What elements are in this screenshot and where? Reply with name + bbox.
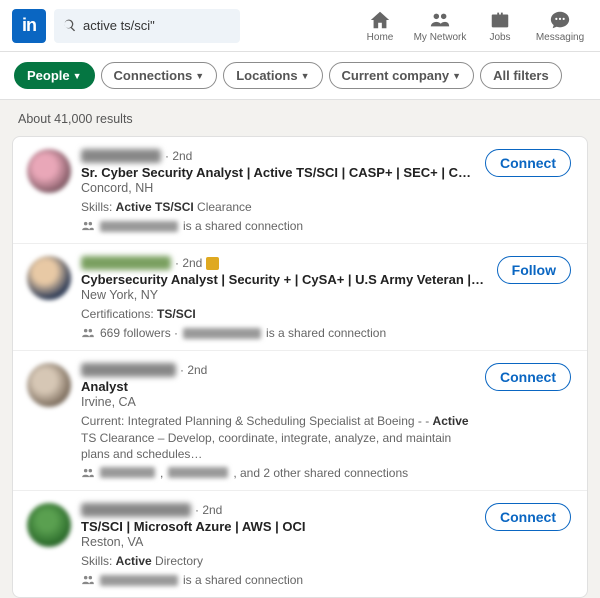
nav-network[interactable]: My Network <box>412 9 468 43</box>
pill-label: Connections <box>114 68 193 83</box>
nav-home[interactable]: Home <box>352 9 408 43</box>
result-row: · 2nd TS/SCI | Microsoft Azure | AWS | O… <box>13 490 587 597</box>
meta-line: Certifications: TS/SCI <box>81 306 487 322</box>
pill-label: All filters <box>493 68 549 83</box>
mutual-icon <box>81 466 95 480</box>
location: Irvine, CA <box>81 395 475 409</box>
chevron-down-icon: ▼ <box>452 71 461 81</box>
search-input[interactable]: active ts/sci" <box>54 9 240 43</box>
headline[interactable]: Cybersecurity Analyst | Security + | CyS… <box>81 272 487 287</box>
filter-connections[interactable]: Connections▼ <box>101 62 218 89</box>
filter-locations[interactable]: Locations ▼ <box>223 62 322 89</box>
mutual-line: is a shared connection <box>81 219 475 233</box>
headline[interactable]: Analyst <box>81 379 475 394</box>
messaging-icon <box>549 9 571 31</box>
avatar[interactable] <box>27 503 71 547</box>
degree-badge: · 2nd <box>175 256 202 270</box>
location: New York, NY <box>81 288 487 302</box>
degree-badge: · 2nd <box>165 149 192 163</box>
location: Concord, NH <box>81 181 475 195</box>
degree-badge: · 2nd <box>180 363 207 377</box>
person-name[interactable] <box>81 256 171 270</box>
nav-icons: Home My Network Jobs Messaging <box>352 9 588 43</box>
nav-label: Messaging <box>536 32 584 43</box>
mutual-icon <box>81 573 95 587</box>
avatar[interactable] <box>27 149 71 193</box>
location: Reston, VA <box>81 535 475 549</box>
nav-messaging[interactable]: Messaging <box>532 9 588 43</box>
avatar[interactable] <box>27 363 71 407</box>
filter-current-company[interactable]: Current company▼ <box>329 62 475 89</box>
nav-jobs[interactable]: Jobs <box>472 9 528 43</box>
meta-line: Skills: Active TS/SCI Clearance <box>81 199 475 215</box>
result-row: · 2nd Analyst Irvine, CA Current: Integr… <box>13 350 587 490</box>
mutual-icon <box>81 326 95 340</box>
person-name[interactable] <box>81 149 161 163</box>
search-value: active ts/sci" <box>83 18 155 33</box>
mutual-line: is a shared connection <box>81 573 475 587</box>
avatar[interactable] <box>27 256 71 300</box>
filter-all[interactable]: All filters <box>480 62 562 89</box>
result-row: · 2nd Sr. Cyber Security Analyst | Activ… <box>13 137 587 243</box>
pill-label: Locations <box>236 68 297 83</box>
nav-label: My Network <box>414 32 467 43</box>
filter-bar: People▼ Connections▼ Locations▼ Current … <box>0 52 600 100</box>
follow-button[interactable]: Follow <box>497 256 571 284</box>
jobs-icon <box>489 9 511 31</box>
degree-badge: · 2nd <box>195 503 222 517</box>
linkedin-logo[interactable]: in <box>12 9 46 43</box>
mutual-icon <box>81 219 95 233</box>
filter-people[interactable]: People▼ <box>14 62 95 89</box>
result-row: · 2nd Cybersecurity Analyst | Security +… <box>13 243 587 350</box>
nav-label: Home <box>367 32 394 43</box>
network-icon <box>429 9 451 31</box>
connect-button[interactable]: Connect <box>485 149 571 177</box>
top-bar: in active ts/sci" Home My Network Jobs M… <box>0 0 600 52</box>
chevron-down-icon: ▼ <box>195 71 204 81</box>
person-name[interactable] <box>81 363 176 377</box>
meta-line: Skills: Active Directory <box>81 553 475 569</box>
results-card: · 2nd Sr. Cyber Security Analyst | Activ… <box>12 136 588 598</box>
connect-button[interactable]: Connect <box>485 363 571 391</box>
mutual-line: 669 followers · is a shared connection <box>81 326 487 340</box>
meta-line: Current: Integrated Planning & Schedulin… <box>81 413 475 462</box>
nav-label: Jobs <box>489 32 510 43</box>
home-icon <box>369 9 391 31</box>
premium-icon <box>206 257 219 270</box>
chevron-down-icon: ▼ <box>301 71 310 81</box>
headline[interactable]: Sr. Cyber Security Analyst | Active TS/S… <box>81 165 475 180</box>
headline[interactable]: TS/SCI | Microsoft Azure | AWS | OCI <box>81 519 475 534</box>
results-count: About 41,000 results <box>0 100 600 136</box>
chevron-down-icon: ▼ <box>73 71 82 81</box>
pill-label: People <box>27 68 70 83</box>
person-name[interactable] <box>81 503 191 517</box>
search-icon <box>62 18 77 33</box>
pill-label: Current company <box>342 68 450 83</box>
mutual-line: , , and 2 other shared connections <box>81 466 475 480</box>
